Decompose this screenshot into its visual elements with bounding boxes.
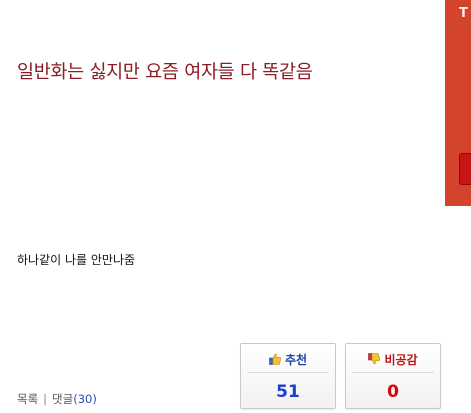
recommend-divider (247, 372, 329, 373)
recommend-button[interactable]: 추천 51 (240, 343, 336, 409)
ad-banner-text: T (459, 6, 468, 21)
thumbs-down-icon (368, 353, 381, 365)
disapprove-header: 비공감 (346, 349, 440, 369)
comments-label: 댓글 (52, 392, 74, 406)
thumbs-up-icon (269, 353, 281, 365)
post-title: 일반화는 싫지만 요즘 여자들 다 똑같음 (17, 62, 313, 83)
recommend-label: 추천 (284, 352, 308, 367)
disapprove-divider (352, 372, 434, 373)
recommend-header: 추천 (241, 349, 335, 369)
footer-separator: | (43, 392, 48, 406)
disapprove-button[interactable]: 비공감 0 (345, 343, 441, 409)
disapprove-label: 비공감 (384, 352, 418, 367)
recommend-count: 51 (276, 382, 300, 402)
comments-link[interactable]: 댓글(30) (52, 392, 97, 406)
ad-banner[interactable]: T (445, 0, 471, 206)
ad-banner-button[interactable] (459, 153, 471, 185)
post-page: 일반화는 싫지만 요즘 여자들 다 똑같음 T 하나같이 나를 안만나줌 추천 … (0, 0, 471, 413)
disapprove-count: 0 (387, 382, 399, 402)
list-link[interactable]: 목록 (17, 392, 38, 406)
comments-count: (30) (73, 392, 97, 406)
footer-links: 목록 | 댓글(30) (17, 391, 97, 407)
post-body: 하나같이 나를 안만나줌 (17, 253, 136, 267)
